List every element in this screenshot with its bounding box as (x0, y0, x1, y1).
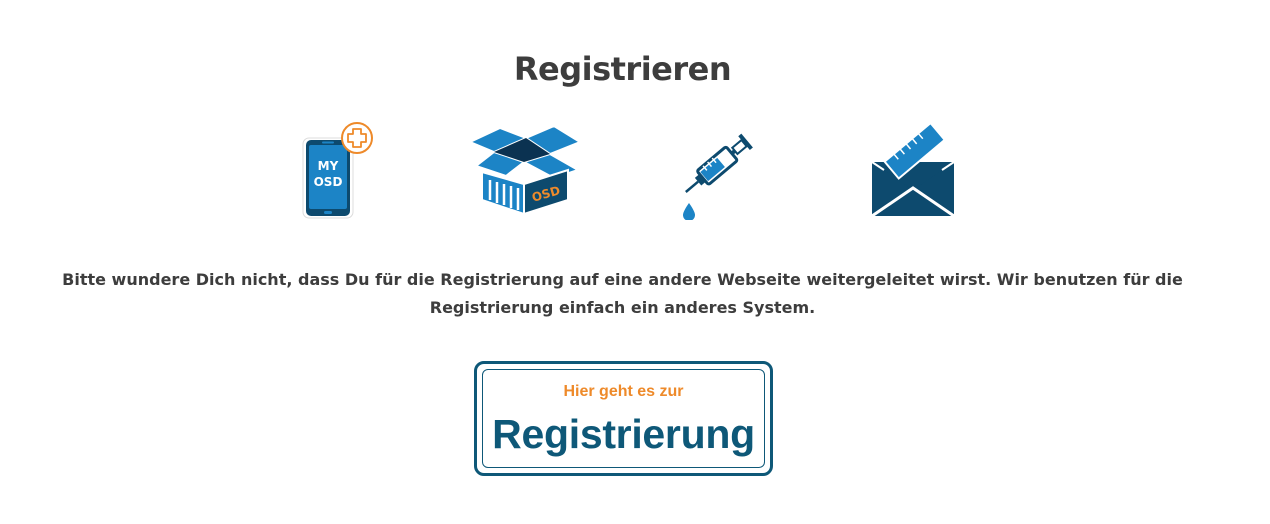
icon-row: MY OSD OSD (0, 120, 1270, 230)
syringe-icon (678, 120, 758, 220)
register-button-top-text: Hier geht es zur (563, 383, 684, 400)
envelope-icon (866, 120, 960, 222)
box-icon: OSD (466, 120, 584, 218)
phone-label-line1: MY (318, 159, 339, 173)
phone-label-line2: OSD (314, 175, 343, 189)
info-text: Bitte wundere Dich nicht, dass Du für di… (62, 270, 1183, 317)
register-button-main-text: Registrierung (492, 411, 755, 457)
page-title: Registrieren (513, 50, 732, 88)
register-button[interactable]: Hier geht es zur Registrierung (474, 361, 773, 476)
phone-app-icon: MY OSD (300, 120, 380, 220)
